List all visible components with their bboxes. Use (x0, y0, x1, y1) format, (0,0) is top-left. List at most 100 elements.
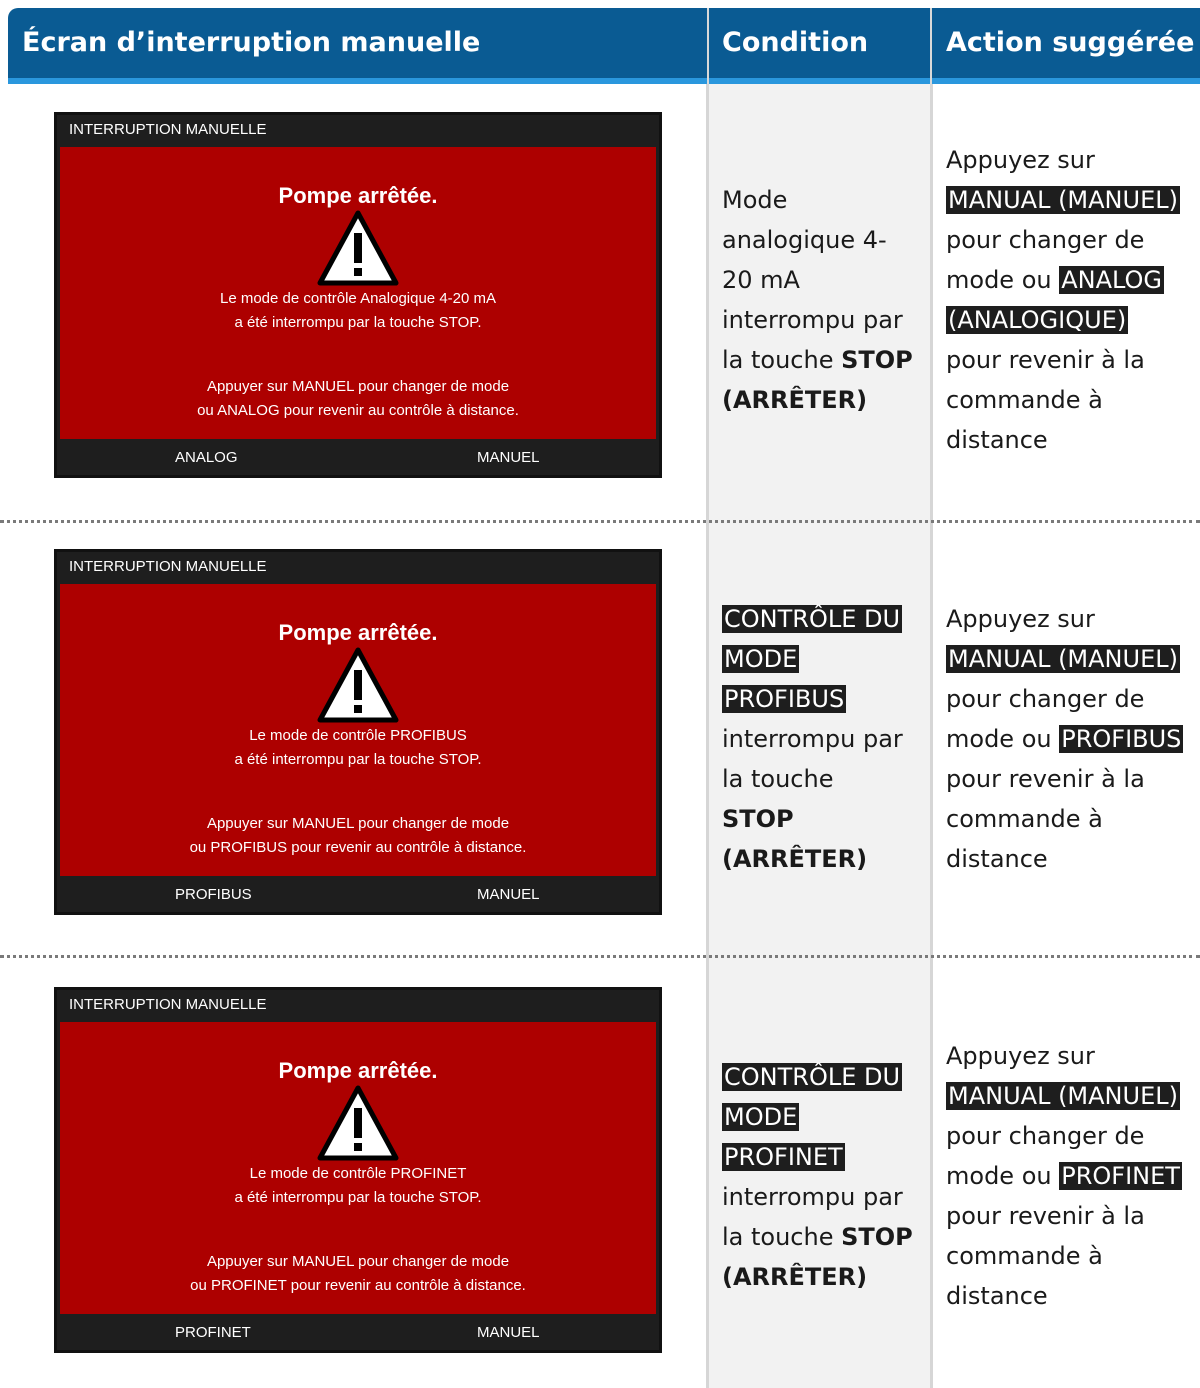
action-line: pour revenir à la (946, 346, 1145, 374)
screen-title: INTERRUPTION MANUELLE (69, 996, 267, 1013)
manual-key-label: MANUAL (MANUEL) (946, 1082, 1180, 1110)
action-line: Appuyez sur (946, 1042, 1095, 1070)
alert-panel: Pompe arrêtée. Le mode de contrôle Analo… (60, 147, 656, 439)
alert-heading: Pompe arrêtée. (278, 1058, 438, 1083)
condition-line: PROFINET (722, 1137, 922, 1177)
alert-line: Appuyer sur MANUEL pour changer de mode (206, 378, 510, 395)
softkey-manuel[interactable]: MANUEL (477, 1324, 540, 1341)
alert-line: Le mode de contrôle PROFIBUS (249, 727, 467, 744)
softkey-manuel[interactable]: MANUEL (477, 886, 540, 903)
alert-line: a été interrompu par la touche STOP. (234, 751, 482, 768)
alert-line: Le mode de contrôle PROFINET (249, 1165, 467, 1182)
alert-panel: Pompe arrêtée. Le mode de contrôle PROFI… (60, 584, 656, 876)
condition-text-part: la touche (722, 1223, 842, 1251)
mode-label: PROFINET (722, 1143, 845, 1171)
screen-title: INTERRUPTION MANUELLE (69, 121, 267, 138)
alert-message: Le mode de contrôle PROFINET a été inter… (60, 1162, 656, 1210)
alert-line: ou PROFIBUS pour revenir au contrôle à d… (189, 839, 527, 856)
manual-key-label: MANUAL (MANUEL) (946, 186, 1180, 214)
alert-heading: Pompe arrêtée. (278, 183, 438, 208)
alert-line: Le mode de contrôle Analogique 4-20 mA (219, 290, 497, 307)
condition-line: 20 mA (722, 266, 800, 294)
condition-line: la touche STOP (722, 1217, 922, 1257)
mode-label: PROFIBUS (722, 685, 847, 713)
condition-line: CONTRÔLE DU (722, 1057, 922, 1097)
action-line: pour changer de (946, 226, 1145, 254)
alert-line: ou ANALOG pour revenir au contrôle à dis… (197, 402, 519, 419)
alert-line: a été interrompu par la touche STOP. (234, 314, 482, 331)
action-text-part: mode ou (946, 1162, 1060, 1190)
action-line: distance (946, 845, 1048, 873)
softkey-manuel[interactable]: MANUEL (477, 449, 540, 466)
condition-line: analogique 4- (722, 226, 887, 254)
action-line: Appuyez sur (946, 146, 1095, 174)
condition-text: CONTRÔLE DU MODE PROFINET interrompu par… (722, 1057, 922, 1297)
action-line: MANUAL (MANUEL) (946, 1076, 1196, 1116)
stop-key-label: (ARRÊTER) (722, 1263, 868, 1291)
analog-key-label: ANALOG (1059, 266, 1165, 294)
action-text-part: mode ou (946, 266, 1060, 294)
alert-instructions: Appuyer sur MANUEL pour changer de mode … (60, 812, 656, 860)
action-line: pour revenir à la (946, 765, 1145, 793)
alert-line: a été interrompu par la touche STOP. (234, 1189, 482, 1206)
pump-screen-profibus: INTERRUPTION MANUELLE Pompe arrêtée. Le … (54, 549, 662, 915)
header-divider (930, 8, 932, 84)
condition-line: la touche (722, 765, 834, 793)
action-line: pour revenir à la (946, 1202, 1145, 1230)
action-line: MANUAL (MANUEL) (946, 639, 1196, 679)
condition-line: interrompu par (722, 725, 903, 753)
action-text: Appuyez sur MANUAL (MANUEL) pour changer… (946, 140, 1196, 460)
stop-key-label: STOP (722, 805, 794, 833)
action-line: MANUAL (MANUEL) (946, 180, 1196, 220)
alert-line: ou PROFINET pour revenir au contrôle à d… (190, 1277, 526, 1294)
condition-line: la touche STOP (722, 340, 922, 380)
row-divider (0, 520, 1200, 523)
mode-label: CONTRÔLE DU (722, 605, 903, 633)
mode-label: MODE (722, 645, 800, 673)
mode-label: MODE (722, 1103, 800, 1131)
softkey-analog[interactable]: ANALOG (175, 449, 238, 466)
condition-line: PROFIBUS (722, 679, 922, 719)
alert-instructions: Appuyer sur MANUEL pour changer de mode … (60, 1250, 656, 1298)
softkey-profibus[interactable]: PROFIBUS (175, 886, 252, 903)
warning-triangle-icon (317, 647, 399, 723)
condition-line: MODE (722, 1097, 922, 1137)
alert-heading: Pompe arrêtée. (278, 620, 438, 645)
alert-message: Le mode de contrôle Analogique 4-20 mA a… (60, 287, 656, 335)
action-line: pour changer de (946, 685, 1145, 713)
action-line: mode ou PROFIBUS (946, 719, 1196, 759)
action-line: mode ou ANALOG (946, 260, 1196, 300)
action-line: (ANALOGIQUE) (946, 300, 1196, 340)
profinet-key-label: PROFINET (1059, 1162, 1182, 1190)
table-header: Écran d’interruption manuelle Condition … (8, 8, 1200, 84)
action-line: commande à (946, 386, 1103, 414)
alert-message: Le mode de contrôle PROFIBUS a été inter… (60, 724, 656, 772)
header-divider (707, 8, 709, 84)
action-line: mode ou PROFINET (946, 1156, 1196, 1196)
condition-line: interrompu par (722, 306, 903, 334)
condition-line: MODE (722, 639, 922, 679)
action-line: pour changer de (946, 1122, 1145, 1150)
header-action: Action suggérée (946, 27, 1195, 58)
stop-key-label: (ARRÊTER) (722, 845, 868, 873)
action-line: commande à (946, 805, 1103, 833)
column-divider (930, 84, 933, 1388)
action-text: Appuyez sur MANUAL (MANUEL) pour changer… (946, 599, 1196, 879)
action-line: Appuyez sur (946, 605, 1095, 633)
alert-instructions: Appuyer sur MANUEL pour changer de mode … (60, 375, 656, 423)
condition-text: CONTRÔLE DU MODE PROFIBUS interrompu par… (722, 599, 922, 879)
alert-line: Appuyer sur MANUEL pour changer de mode (206, 815, 510, 832)
analog-key-label: (ANALOGIQUE) (946, 306, 1129, 334)
screen-title: INTERRUPTION MANUELLE (69, 558, 267, 575)
action-text: Appuyez sur MANUAL (MANUEL) pour changer… (946, 1036, 1196, 1316)
mode-label: CONTRÔLE DU (722, 1063, 903, 1091)
stop-key-label: (ARRÊTER) (722, 386, 868, 414)
profibus-key-label: PROFIBUS (1059, 725, 1184, 753)
warning-triangle-icon (317, 1085, 399, 1161)
column-divider (706, 84, 709, 1388)
pump-screen-profinet: INTERRUPTION MANUELLE Pompe arrêtée. Le … (54, 987, 662, 1353)
softkey-profinet[interactable]: PROFINET (175, 1324, 251, 1341)
pump-screen-analog: INTERRUPTION MANUELLE Pompe arrêtée. Le … (54, 112, 662, 478)
header-condition: Condition (722, 27, 869, 58)
condition-line: CONTRÔLE DU (722, 599, 922, 639)
